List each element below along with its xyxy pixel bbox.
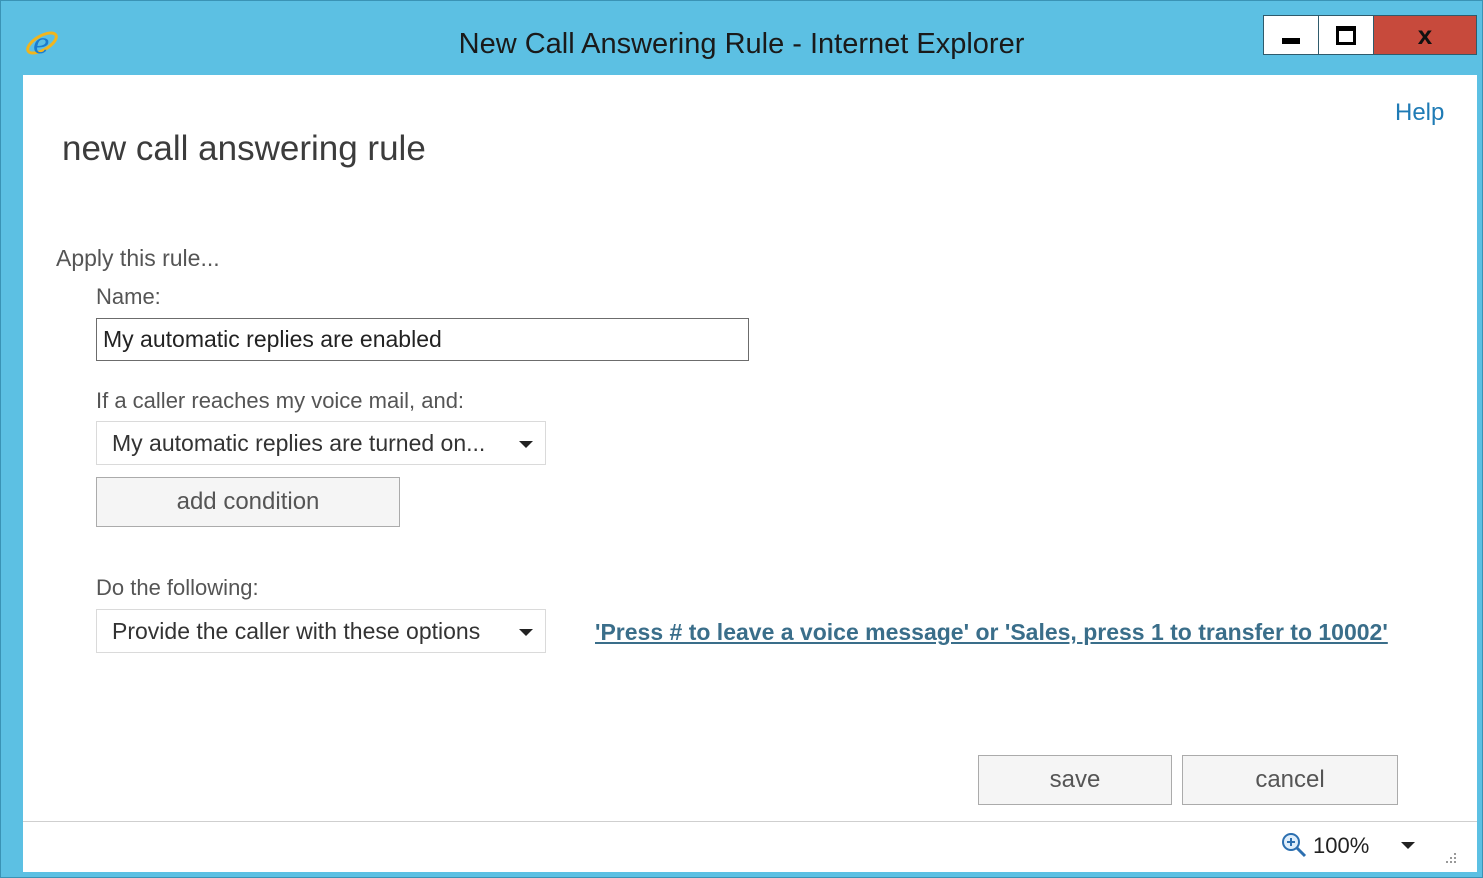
action-select-value: Provide the caller with these options [112, 618, 481, 644]
cancel-button[interactable]: cancel [1182, 755, 1398, 805]
minimize-icon [1282, 38, 1300, 44]
maximize-icon [1336, 25, 1356, 45]
browser-window: e New Call Answering Rule - Internet Exp… [0, 0, 1483, 878]
close-button[interactable]: x [1373, 15, 1477, 55]
window-controls: x [1263, 15, 1477, 59]
zoom-level[interactable]: 100% [1313, 833, 1369, 859]
apply-rule-label: Apply this rule... [56, 245, 220, 271]
close-icon: x [1417, 20, 1433, 50]
caret-down-icon [519, 441, 533, 448]
page-title: new call answering rule [62, 129, 426, 168]
condition-label: If a caller reaches my voice mail, and: [96, 388, 465, 413]
name-input[interactable]: My automatic replies are enabled [96, 318, 749, 361]
status-bar: 100% [23, 821, 1477, 872]
minimize-button[interactable] [1263, 15, 1318, 55]
name-label: Name: [96, 284, 161, 309]
title-bar: e New Call Answering Rule - Internet Exp… [1, 1, 1482, 75]
zoom-icon[interactable] [1281, 832, 1307, 858]
help-link[interactable]: Help [1395, 99, 1444, 127]
caller-options-link[interactable]: 'Press # to leave a voice message' or 'S… [595, 619, 1388, 646]
maximize-button[interactable] [1318, 15, 1373, 55]
condition-select[interactable]: My automatic replies are turned on... [96, 421, 546, 465]
action-label: Do the following: [96, 575, 259, 600]
action-select[interactable]: Provide the caller with these options [96, 609, 546, 653]
add-condition-button[interactable]: add condition [96, 477, 400, 527]
caret-down-icon [519, 629, 533, 636]
save-button[interactable]: save [978, 755, 1172, 805]
condition-select-value: My automatic replies are turned on... [112, 430, 486, 456]
resize-grip-icon[interactable] [1443, 850, 1457, 864]
chevron-down-icon[interactable] [1401, 842, 1415, 849]
dialog-content: Help new call answering rule Apply this … [23, 75, 1477, 821]
